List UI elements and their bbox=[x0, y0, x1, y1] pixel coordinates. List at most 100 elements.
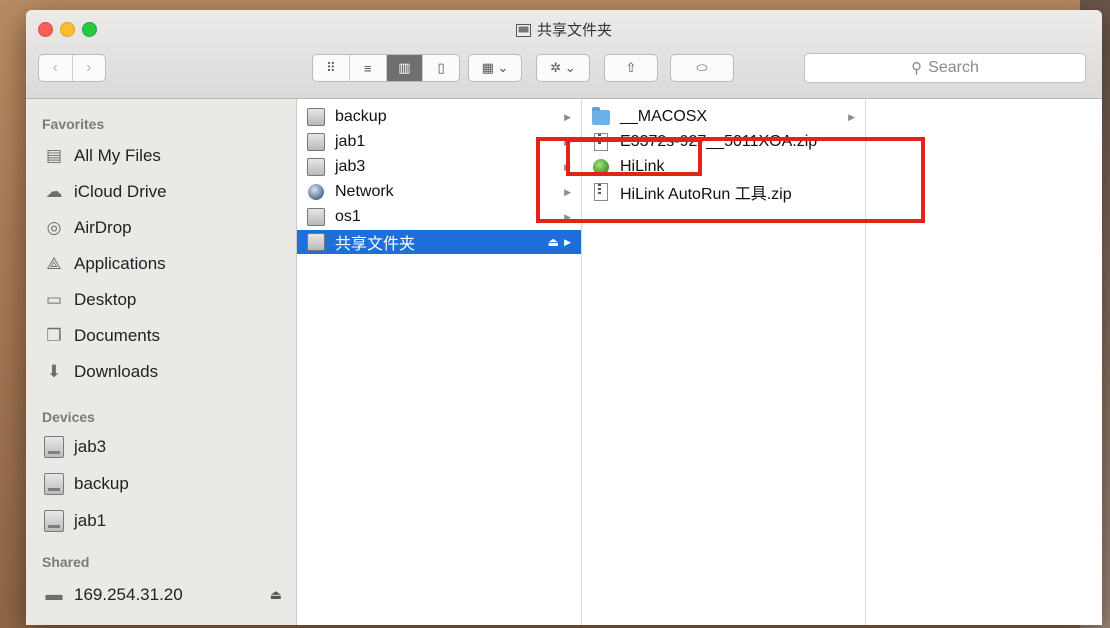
item-label: os1 bbox=[335, 208, 361, 225]
cover-flow-button[interactable]: ▯ bbox=[422, 55, 459, 81]
list-item[interactable]: Network ▶ bbox=[297, 180, 581, 204]
list-item[interactable]: backup ▶ bbox=[297, 105, 581, 129]
share-button[interactable]: ⇧ bbox=[604, 54, 658, 82]
sidebar-item-label: Applications bbox=[74, 254, 166, 273]
sidebar-item-applications[interactable]: ⟁ Applications bbox=[42, 250, 282, 278]
disclosure-arrow-icon: ▶ bbox=[564, 211, 571, 222]
cover-flow-icon: ▯ bbox=[437, 60, 445, 75]
sidebar-item-label: 169.254.31.20 bbox=[74, 585, 183, 604]
sidebar-item-airdrop[interactable]: ◎ AirDrop bbox=[42, 214, 282, 242]
sidebar-item-all-my-files[interactable]: ▤ All My Files bbox=[42, 142, 282, 170]
sidebar-item-downloads[interactable]: ⬇ Downloads bbox=[42, 358, 282, 386]
disclosure-arrow-icon: ▶ bbox=[564, 161, 571, 172]
forward-button[interactable]: › bbox=[71, 55, 106, 81]
sidebar-header-favorites: Favorites bbox=[42, 116, 105, 132]
arrange-icon: ▦ ⌄ bbox=[481, 60, 509, 75]
column-3 bbox=[866, 99, 1102, 625]
item-label: backup bbox=[335, 108, 387, 125]
sidebar-item-label: iCloud Drive bbox=[74, 182, 167, 201]
tag-icon: ⬭ bbox=[696, 60, 708, 75]
tags-button[interactable]: ⬭ bbox=[670, 54, 734, 82]
list-item[interactable]: __MACOSX ▶ bbox=[582, 105, 865, 129]
list-item[interactable]: jab3 ▶ bbox=[297, 155, 581, 179]
disclosure-arrow-icon: ▶ bbox=[848, 111, 855, 122]
window-title: 共享文件夹 bbox=[26, 19, 1102, 41]
shared-folder-icon bbox=[515, 24, 531, 41]
drive-icon bbox=[42, 510, 66, 532]
list-item[interactable]: HiLink bbox=[582, 155, 865, 179]
sidebar: Favorites ▤ All My Files ☁ iCloud Drive … bbox=[26, 99, 297, 625]
item-label: Network bbox=[335, 183, 394, 200]
sidebar-item-jab3[interactable]: jab3 bbox=[42, 433, 282, 461]
search-placeholder: Search bbox=[928, 59, 979, 76]
sidebar-item-label: All My Files bbox=[74, 146, 161, 165]
arrange-button[interactable]: ▦ ⌄ bbox=[468, 54, 522, 82]
sidebar-item-icloud-drive[interactable]: ☁ iCloud Drive bbox=[42, 178, 282, 206]
sidebar-header-shared: Shared bbox=[42, 554, 90, 570]
search-icon: ⚲ bbox=[911, 60, 923, 77]
drive-icon bbox=[307, 208, 325, 226]
drive-icon bbox=[307, 108, 325, 126]
drive-icon bbox=[42, 436, 66, 458]
columns-icon: ▥ bbox=[398, 60, 411, 75]
sidebar-item-backup[interactable]: backup bbox=[42, 470, 282, 498]
window-title-text: 共享文件夹 bbox=[536, 22, 612, 39]
sidebar-item-documents[interactable]: ❐ Documents bbox=[42, 322, 282, 350]
item-label: __MACOSX bbox=[620, 108, 708, 125]
column-1: backup ▶ jab1 ▶ jab3 ▶ Network ▶ os1 ▶ 共… bbox=[297, 99, 582, 625]
list-item-selected[interactable]: 共享文件夹 ⏏ ▶ bbox=[297, 230, 581, 254]
drive-icon bbox=[42, 473, 66, 495]
list-item[interactable]: HiLink AutoRun 工具.zip bbox=[582, 180, 865, 204]
network-icon bbox=[307, 183, 325, 201]
cloud-icon: ☁ bbox=[45, 182, 63, 201]
app-icon bbox=[592, 158, 610, 176]
item-label: E3372s-927__5011XOA.zip bbox=[620, 133, 818, 150]
finder-window: 共享文件夹 ‹ › ⠿ ≡ ▥ ▯ ▦ ⌄ ✲ ⌄ ⇧ ⬭ ⚲ Search F… bbox=[26, 10, 1102, 625]
sidebar-item-label: Documents bbox=[74, 326, 160, 345]
desktop-icon: ▭ bbox=[45, 290, 63, 309]
chevron-right-icon: › bbox=[86, 59, 92, 76]
all-files-icon: ▤ bbox=[45, 146, 63, 165]
documents-icon: ❐ bbox=[46, 326, 62, 345]
monitor-icon: ▬ bbox=[45, 585, 63, 604]
list-item[interactable]: jab1 ▶ bbox=[297, 130, 581, 154]
action-button[interactable]: ✲ ⌄ bbox=[536, 54, 590, 82]
sidebar-item-shared-host[interactable]: ▬ 169.254.31.20 ⏏ bbox=[42, 581, 283, 609]
sidebar-item-label: jab3 bbox=[74, 437, 107, 456]
item-label: jab1 bbox=[335, 133, 366, 150]
column-2: __MACOSX ▶ E3372s-927__5011XOA.zip HiLin… bbox=[582, 99, 866, 625]
list-item[interactable]: E3372s-927__5011XOA.zip bbox=[582, 130, 865, 154]
zip-icon bbox=[592, 133, 610, 151]
list-icon: ≡ bbox=[363, 60, 372, 76]
item-label: HiLink AutoRun 工具.zip bbox=[620, 186, 792, 203]
search-field[interactable]: ⚲ Search bbox=[804, 53, 1086, 83]
folder-icon bbox=[592, 106, 610, 126]
sidebar-item-jab1[interactable]: jab1 bbox=[42, 507, 282, 535]
disclosure-arrow-icon: ▶ bbox=[564, 186, 571, 197]
eject-icon[interactable]: ⏏ bbox=[548, 235, 559, 249]
list-view-button[interactable]: ≡ bbox=[348, 55, 386, 81]
chevron-left-icon: ‹ bbox=[52, 59, 58, 76]
disclosure-arrow-icon: ▶ bbox=[564, 236, 571, 247]
gear-icon: ✲ ⌄ bbox=[550, 60, 576, 75]
view-mode-group: ⠿ ≡ ▥ ▯ bbox=[312, 54, 460, 82]
sidebar-item-label: backup bbox=[74, 474, 129, 493]
airdrop-icon: ◎ bbox=[46, 218, 62, 237]
applications-icon: ⟁ bbox=[46, 254, 62, 273]
eject-icon[interactable]: ⏏ bbox=[270, 587, 282, 603]
sidebar-item-desktop[interactable]: ▭ Desktop bbox=[42, 286, 282, 314]
back-button[interactable]: ‹ bbox=[39, 55, 72, 81]
icon-view-button[interactable]: ⠿ bbox=[313, 55, 349, 81]
title-bar: 共享文件夹 ‹ › ⠿ ≡ ▥ ▯ ▦ ⌄ ✲ ⌄ ⇧ ⬭ ⚲ Search bbox=[26, 10, 1102, 99]
list-item[interactable]: os1 ▶ bbox=[297, 205, 581, 229]
item-label: 共享文件夹 bbox=[335, 236, 416, 253]
sidebar-item-label: Downloads bbox=[74, 362, 159, 381]
sidebar-item-label: jab1 bbox=[74, 511, 107, 530]
back-forward-group: ‹ › bbox=[38, 54, 106, 82]
disclosure-arrow-icon: ▶ bbox=[564, 136, 571, 147]
downloads-icon: ⬇ bbox=[46, 362, 62, 381]
item-label: HiLink bbox=[620, 158, 665, 175]
sidebar-header-devices: Devices bbox=[42, 409, 95, 425]
disclosure-arrow-icon: ▶ bbox=[564, 111, 571, 122]
column-view-button[interactable]: ▥ bbox=[385, 55, 423, 81]
